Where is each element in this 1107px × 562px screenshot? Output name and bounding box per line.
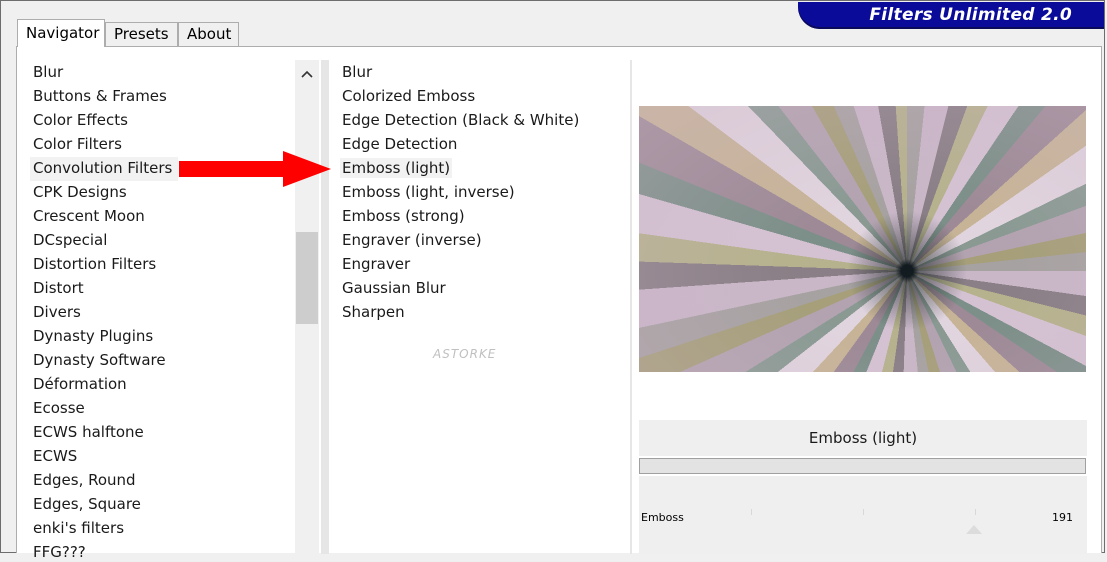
preview-image bbox=[639, 106, 1086, 372]
progress-bar bbox=[639, 458, 1086, 474]
filter-item[interactable]: Engraver bbox=[342, 254, 410, 274]
category-item[interactable]: Ecosse bbox=[33, 398, 85, 418]
tab-about[interactable]: About bbox=[178, 22, 239, 46]
tab-about-label: About bbox=[187, 25, 232, 43]
category-item[interactable]: enki's filters bbox=[33, 518, 124, 538]
category-item[interactable]: Déformation bbox=[33, 374, 127, 394]
category-item[interactable]: CPK Designs bbox=[33, 182, 127, 202]
category-item[interactable]: Color Filters bbox=[33, 134, 122, 154]
emboss-slider-value: 191 bbox=[1052, 511, 1073, 524]
filter-item[interactable]: Emboss (light) bbox=[340, 158, 453, 178]
filter-item[interactable]: Edge Detection bbox=[342, 134, 457, 154]
filter-item[interactable]: Gaussian Blur bbox=[342, 278, 446, 298]
app-title: Filters Unlimited 2.0 bbox=[869, 5, 1072, 25]
slider-tick bbox=[863, 509, 864, 515]
filter-item[interactable]: Sharpen bbox=[342, 302, 405, 322]
navigator-panel: Blur Buttons & Frames Color Effects Color F… bbox=[16, 46, 1102, 561]
category-item[interactable]: Buttons & Frames bbox=[33, 86, 167, 106]
preview-divider bbox=[630, 60, 632, 554]
category-item[interactable]: Edges, Square bbox=[33, 494, 141, 514]
filter-item[interactable]: Engraver (inverse) bbox=[342, 230, 482, 250]
red-arrow-annotation bbox=[179, 151, 331, 187]
tab-presets-label: Presets bbox=[114, 25, 169, 43]
category-scrollbar[interactable] bbox=[295, 60, 319, 554]
filter-item[interactable]: Emboss (light, inverse) bbox=[342, 182, 515, 202]
filter-item[interactable]: Edge Detection (Black & White) bbox=[342, 110, 579, 130]
category-item[interactable]: Edges, Round bbox=[33, 470, 136, 490]
tab-navigator-label: Navigator bbox=[26, 24, 100, 42]
filter-item[interactable]: Blur bbox=[342, 62, 372, 82]
watermark: ASTORKE bbox=[433, 347, 497, 361]
category-item[interactable]: ECWS bbox=[33, 446, 77, 466]
tab-presets[interactable]: Presets bbox=[105, 22, 178, 46]
category-item[interactable]: Dynasty Software bbox=[33, 350, 166, 370]
control-area: Emboss 191 bbox=[639, 476, 1087, 554]
title-banner: Filters Unlimited 2.0 bbox=[798, 2, 1104, 29]
category-item[interactable]: Dynasty Plugins bbox=[33, 326, 153, 346]
filter-item[interactable]: Emboss (strong) bbox=[342, 206, 465, 226]
slider-tick bbox=[975, 509, 976, 515]
emboss-slider-label: Emboss bbox=[641, 511, 684, 524]
scrollbar-thumb[interactable] bbox=[296, 232, 318, 324]
category-item[interactable]: FFG??? bbox=[33, 542, 86, 562]
category-item[interactable]: Distortion Filters bbox=[33, 254, 156, 274]
list-divider bbox=[321, 60, 329, 554]
category-item[interactable]: Distort bbox=[33, 278, 84, 298]
category-item[interactable]: Crescent Moon bbox=[33, 206, 145, 226]
filter-name-area: Emboss (light) bbox=[639, 420, 1087, 456]
emboss-slider-handle[interactable] bbox=[966, 525, 982, 534]
category-item[interactable]: Convolution Filters bbox=[33, 158, 172, 178]
category-item[interactable]: ECWS halftone bbox=[33, 422, 144, 442]
category-item[interactable]: Color Effects bbox=[33, 110, 128, 130]
selected-filter-name: Emboss (light) bbox=[808, 429, 918, 447]
chevron-up-icon bbox=[301, 70, 313, 78]
category-item[interactable]: Blur bbox=[33, 62, 63, 82]
filter-item[interactable]: Colorized Emboss bbox=[342, 86, 475, 106]
tab-navigator[interactable]: Navigator bbox=[17, 19, 105, 47]
scroll-up-button[interactable] bbox=[295, 60, 319, 88]
category-item[interactable]: Divers bbox=[33, 302, 81, 322]
category-item[interactable]: DCspecial bbox=[33, 230, 107, 250]
slider-tick bbox=[751, 509, 752, 515]
